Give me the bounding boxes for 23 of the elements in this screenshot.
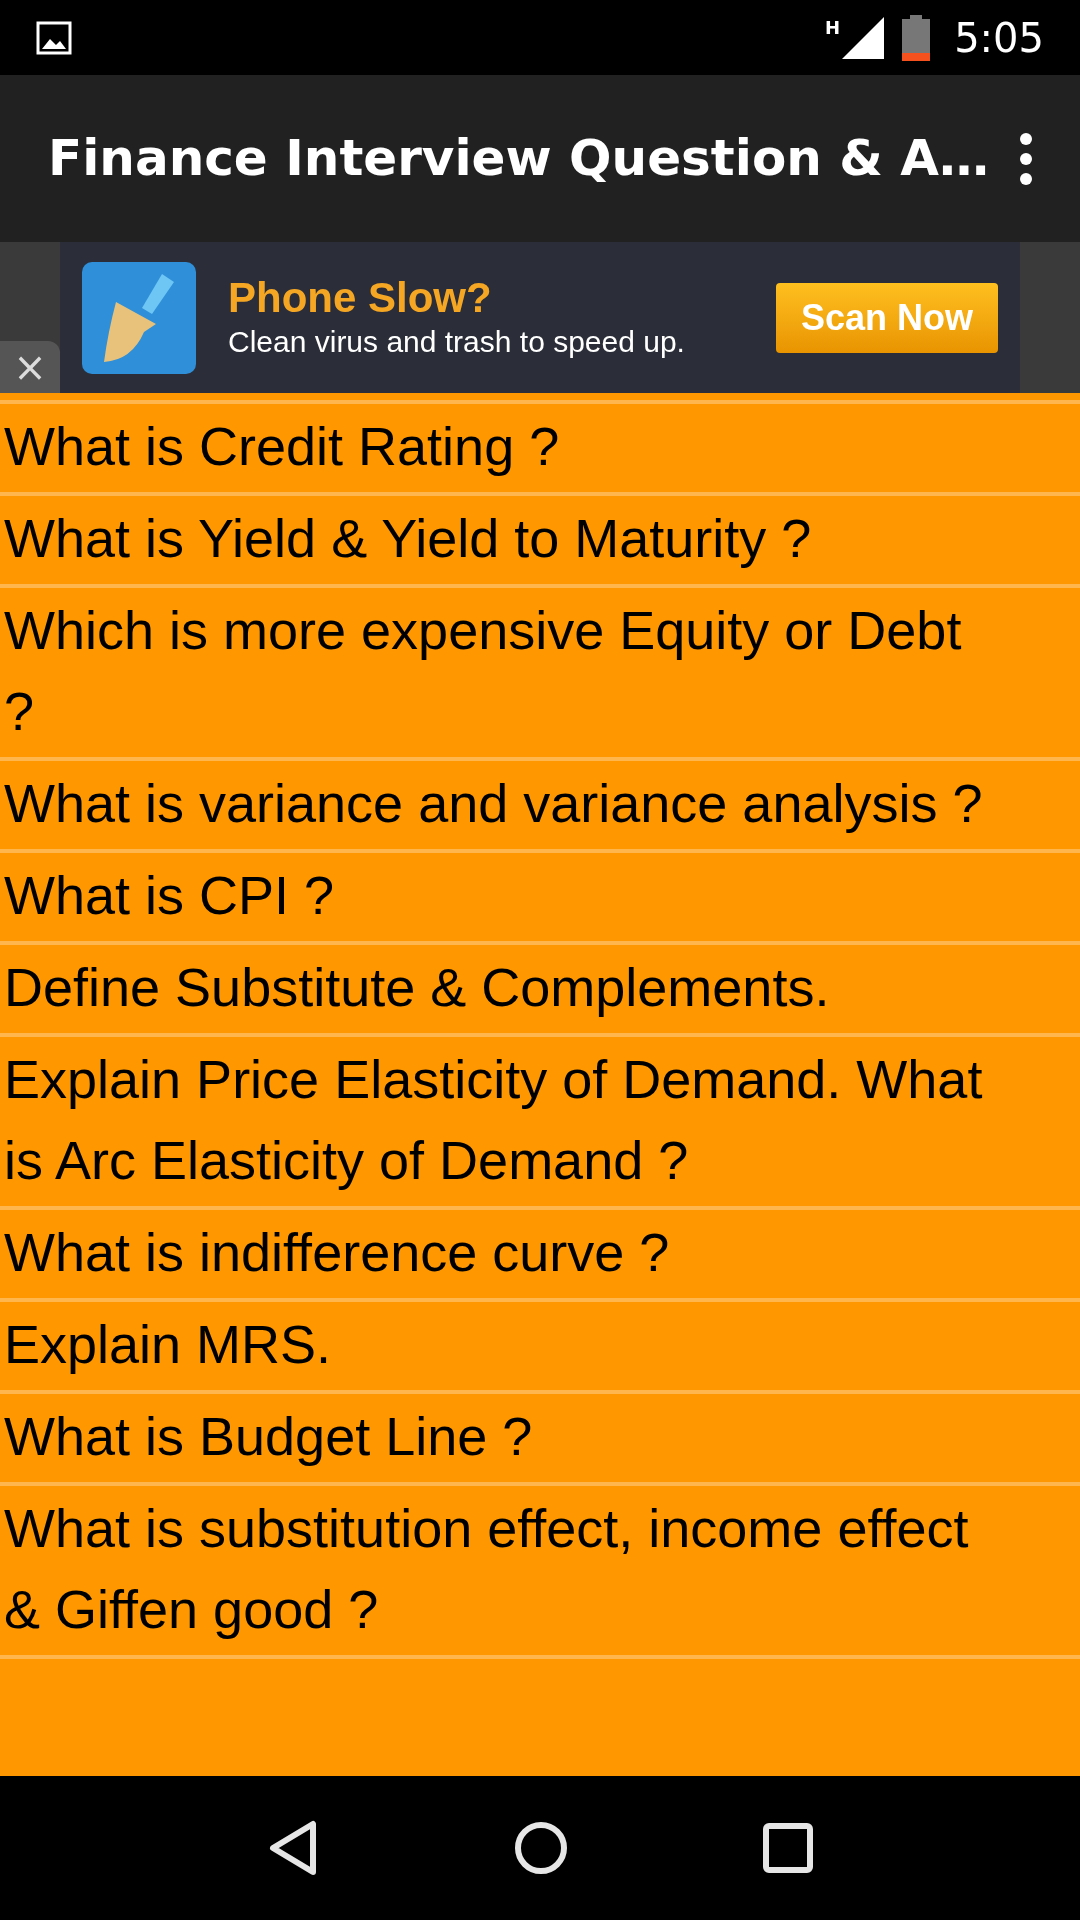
question-item[interactable]: Define Substitute & Complements.: [0, 945, 1080, 1037]
signal-icon: [842, 16, 885, 59]
home-icon[interactable]: [514, 1821, 568, 1875]
question-item[interactable]: What is variance and variance analysis ?: [0, 761, 1080, 853]
question-item[interactable]: What is substitution effect, income effect & Giffen good ?: [0, 1486, 1080, 1659]
network-type: H: [825, 16, 841, 40]
question-item[interactable]: Explain Price Elasticity of Demand. What is Arc Elasticity of Demand ?: [0, 1037, 1080, 1210]
ad-headline: Phone Slow?: [228, 273, 493, 322]
recents-icon[interactable]: [762, 1823, 813, 1873]
ad-text: Clean virus and trash to speed up.: [228, 323, 686, 360]
question-item[interactable]: What is Credit Rating ?: [0, 404, 1080, 496]
question-item[interactable]: Explain MRS.: [0, 1302, 1080, 1394]
question-item[interactable]: What is Yield & Yield to Maturity ?: [0, 496, 1080, 588]
close-ad-button[interactable]: ×: [0, 341, 60, 393]
image-icon: [36, 20, 72, 55]
question-item[interactable]: What is indifference curve ?: [0, 1210, 1080, 1302]
question-item[interactable]: What is CPI ?: [0, 853, 1080, 945]
question-item[interactable]: Which is more expensive Equity or Debt ?: [0, 588, 1080, 761]
broom-icon: [82, 261, 196, 374]
battery-icon: [902, 14, 931, 61]
clock-time: 5:05: [954, 13, 1044, 63]
app-title: Finance Interview Question & A…: [48, 128, 990, 189]
question-item[interactable]: What is Budget Line ?: [0, 1394, 1080, 1486]
